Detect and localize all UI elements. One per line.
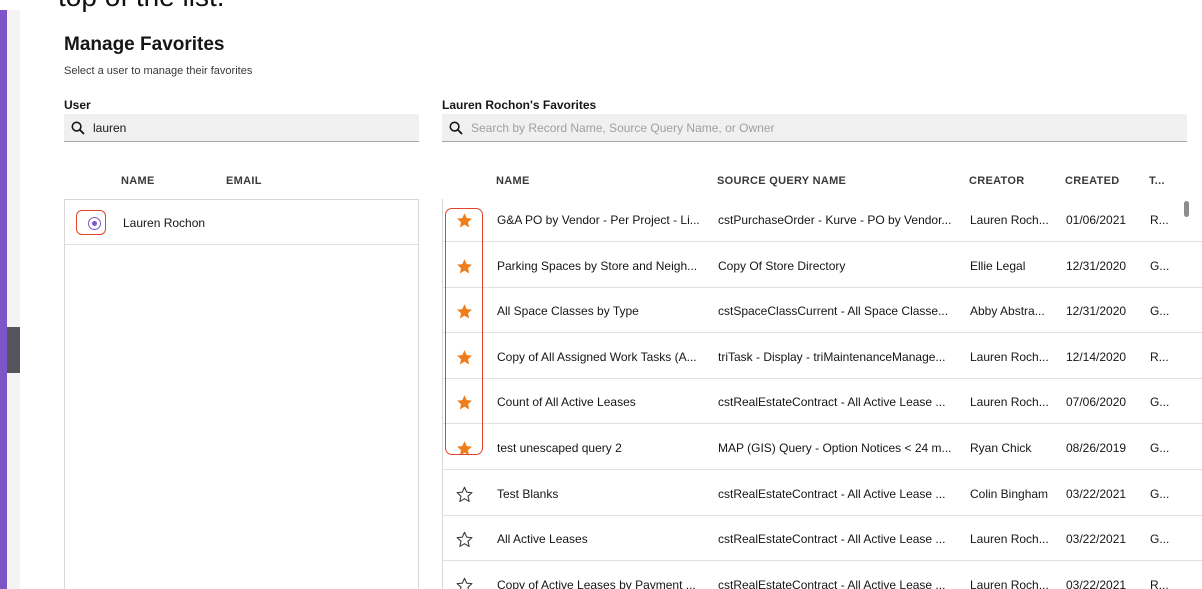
fav-cell-source-query: cstRealEstateContract - All Active Lease… <box>718 395 946 410</box>
fav-cell-source-query: MAP (GIS) Query - Option Notices < 24 m.… <box>718 441 952 455</box>
fav-cell-creator: Lauren Roch... <box>970 532 1049 547</box>
table-row[interactable]: All Space Classes by Type cstSpaceClassCu… <box>443 290 1202 334</box>
user-list: Lauren Rochon <box>64 199 419 589</box>
fav-cell-creator: Lauren Roch... <box>970 395 1049 410</box>
fav-cell-created: 12/31/2020 <box>1066 258 1127 273</box>
fav-col-created[interactable]: CREATED <box>1065 175 1119 187</box>
caption-text: top of the list. <box>58 0 225 13</box>
fav-cell-type: G... <box>1150 486 1170 501</box>
nav-accent-bar <box>0 10 7 589</box>
radio-selected-icon[interactable] <box>88 217 101 230</box>
fav-cell-type: G... <box>1150 304 1170 319</box>
fav-cell-creator: Ryan Chick <box>970 441 1032 455</box>
favorites-search-box[interactable] <box>442 114 1187 142</box>
page-title: Manage Favorites <box>64 34 225 55</box>
favorites-search-input[interactable] <box>471 120 1187 135</box>
fav-cell-creator: Lauren Roch... <box>970 577 1049 589</box>
fav-cell-name: Copy of All Assigned Work Tasks (A... <box>497 349 697 364</box>
fav-cell-creator: Abby Abstra... <box>970 304 1045 319</box>
user-name: Lauren Rochon <box>123 216 206 230</box>
fav-cell-name: All Space Classes by Type <box>497 304 639 319</box>
highlight-outline <box>445 208 483 455</box>
fav-cell-source-query: cstRealEstateContract - All Active Lease… <box>718 577 946 589</box>
fav-cell-created: 07/06/2020 <box>1066 395 1127 410</box>
fav-cell-creator: Lauren Roch... <box>970 213 1049 227</box>
fav-cell-source-query: Copy Of Store Directory <box>718 258 846 273</box>
fav-cell-type: R... <box>1150 577 1169 589</box>
table-scrollbar[interactable] <box>1184 201 1189 217</box>
fav-cell-created: 03/22/2021 <box>1066 486 1127 501</box>
fav-cell-type: G... <box>1150 532 1170 547</box>
fav-cell-created: 08/26/2019 <box>1066 441 1127 455</box>
fav-cell-created: 12/31/2020 <box>1066 304 1127 319</box>
fav-cell-creator: Lauren Roch... <box>970 349 1049 364</box>
fav-cell-type: G... <box>1150 441 1170 455</box>
fav-cell-name: All Active Leases <box>497 532 588 547</box>
fav-cell-name: Count of All Active Leases <box>497 395 636 410</box>
fav-col-source-query[interactable]: SOURCE QUERY NAME <box>717 175 846 187</box>
fav-cell-source-query: cstRealEstateContract - All Active Lease… <box>718 532 946 547</box>
fav-cell-created: 01/06/2021 <box>1066 213 1127 227</box>
favorites-table: G&A PO by Vendor - Per Project - Li... cs… <box>442 199 1202 589</box>
table-row[interactable]: Copy of Active Leases by Payment ... cstR… <box>443 564 1202 589</box>
fav-cell-name: Parking Spaces by Store and Neigh... <box>497 258 698 273</box>
table-row[interactable]: All Active Leases cstRealEstateContract -… <box>443 518 1202 562</box>
fav-cell-type: R... <box>1150 213 1169 227</box>
fav-cell-created: 03/22/2021 <box>1066 532 1127 547</box>
user-col-name[interactable]: NAME <box>121 175 155 187</box>
fav-cell-name: Copy of Active Leases by Payment ... <box>497 577 696 589</box>
user-row[interactable]: Lauren Rochon <box>65 200 418 245</box>
fav-cell-type: G... <box>1150 258 1170 273</box>
user-search-input[interactable] <box>93 120 419 135</box>
user-col-email[interactable]: EMAIL <box>226 175 262 187</box>
nav-collapse-handle[interactable] <box>7 327 20 373</box>
table-row[interactable]: test unescaped query 2 MAP (GIS) Query - … <box>443 427 1202 470</box>
fav-cell-name: Test Blanks <box>497 486 559 501</box>
fav-cell-source-query: cstSpaceClassCurrent - All Space Classe.… <box>718 304 949 319</box>
fav-cell-created: 03/22/2021 <box>1066 577 1127 589</box>
fav-col-type[interactable]: T... <box>1149 175 1165 187</box>
table-row[interactable]: Parking Spaces by Store and Neigh... Copy… <box>443 245 1202 288</box>
table-row[interactable]: Test Blanks cstRealEstateContract - All A… <box>443 473 1202 516</box>
user-section-label: User <box>64 98 91 112</box>
star-outline-icon[interactable] <box>456 531 473 548</box>
fav-cell-name: G&A PO by Vendor - Per Project - Li... <box>497 213 700 227</box>
search-icon <box>449 120 463 135</box>
fav-cell-source-query: cstRealEstateContract - All Active Lease… <box>718 486 946 501</box>
fav-cell-type: G... <box>1150 395 1170 410</box>
fav-col-name[interactable]: NAME <box>496 175 530 187</box>
fav-cell-name: test unescaped query 2 <box>497 441 622 455</box>
table-row[interactable]: Copy of All Assigned Work Tasks (A... tri… <box>443 336 1202 379</box>
fav-cell-creator: Ellie Legal <box>970 258 1026 273</box>
star-outline-icon[interactable] <box>456 577 473 589</box>
fav-col-creator[interactable]: CREATOR <box>969 175 1024 187</box>
page-subtitle: Select a user to manage their favorites <box>64 65 253 77</box>
table-row[interactable]: G&A PO by Vendor - Per Project - Li... cs… <box>443 199 1202 242</box>
fav-cell-created: 12/14/2020 <box>1066 349 1127 364</box>
star-outline-icon[interactable] <box>456 486 473 503</box>
fav-cell-source-query: cstPurchaseOrder - Kurve - PO by Vendor.… <box>718 213 952 227</box>
search-icon <box>71 120 85 135</box>
fav-cell-creator: Colin Bingham <box>970 486 1049 501</box>
fav-cell-source-query: triTask - Display - triMaintenanceManage… <box>718 349 946 364</box>
table-row[interactable]: Count of All Active Leases cstRealEstateC… <box>443 381 1202 425</box>
user-search-box[interactable] <box>64 114 419 142</box>
favorites-section-label: Lauren Rochon's Favorites <box>442 98 597 112</box>
fav-cell-type: R... <box>1150 349 1169 364</box>
